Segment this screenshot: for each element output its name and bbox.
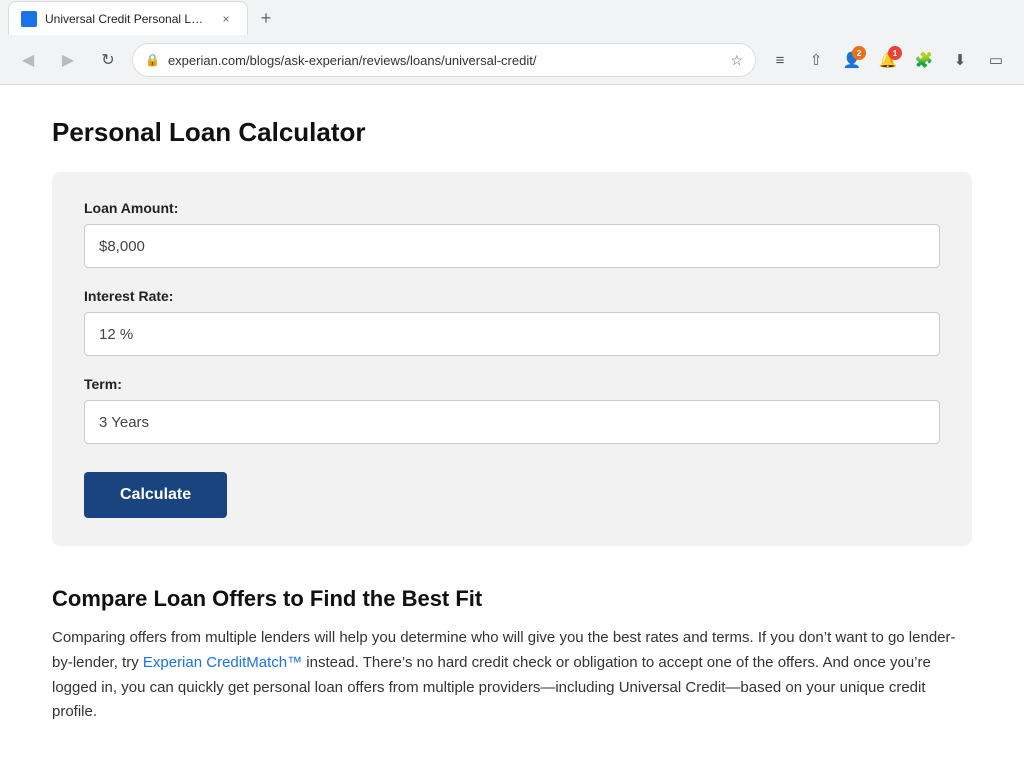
address-bar[interactable]: 🔒 experian.com/blogs/ask-experian/review… bbox=[132, 43, 756, 77]
loan-amount-field-group: Loan Amount: bbox=[84, 200, 940, 268]
tab-close-button[interactable]: × bbox=[217, 10, 235, 28]
new-tab-button[interactable]: + bbox=[252, 4, 280, 32]
experian-creditmatch-link[interactable]: Experian CreditMatch™ bbox=[143, 654, 302, 671]
tab-favicon bbox=[21, 11, 37, 27]
notification-button[interactable]: 🔔 1 bbox=[872, 44, 904, 76]
interest-rate-label: Interest Rate: bbox=[84, 288, 940, 304]
page-content: Personal Loan Calculator Loan Amount: In… bbox=[32, 85, 992, 757]
calculator-card: Loan Amount: Interest Rate: Term: Calcul… bbox=[52, 172, 972, 546]
share-button[interactable]: ⇧ bbox=[800, 44, 832, 76]
term-input[interactable] bbox=[84, 400, 940, 444]
extensions-button[interactable]: 🧩 bbox=[908, 44, 940, 76]
window-button[interactable]: ▭ bbox=[980, 44, 1012, 76]
notification-badge: 1 bbox=[888, 46, 902, 60]
profile-button[interactable]: 👤 2 bbox=[836, 44, 868, 76]
profile-badge: 2 bbox=[852, 46, 866, 60]
active-tab[interactable]: Universal Credit Personal Loan Re × bbox=[8, 1, 248, 35]
interest-rate-input[interactable] bbox=[84, 312, 940, 356]
tab-title: Universal Credit Personal Loan Re bbox=[45, 12, 209, 26]
nav-bar: ◀ ▶ ↻ 🔒 experian.com/blogs/ask-experian/… bbox=[0, 36, 1024, 84]
download-button[interactable]: ⬇ bbox=[944, 44, 976, 76]
nav-actions: ≡ ⇧ 👤 2 🔔 1 🧩 ⬇ ▭ bbox=[764, 44, 1012, 76]
reload-button[interactable]: ↻ bbox=[92, 44, 124, 76]
compare-section: Compare Loan Offers to Find the Best Fit… bbox=[52, 586, 972, 725]
menu-button[interactable]: ≡ bbox=[764, 44, 796, 76]
term-field-group: Term: bbox=[84, 376, 940, 444]
tab-bar: Universal Credit Personal Loan Re × + bbox=[0, 0, 1024, 36]
back-button[interactable]: ◀ bbox=[12, 44, 44, 76]
term-label: Term: bbox=[84, 376, 940, 392]
compare-section-text: Comparing offers from multiple lenders w… bbox=[52, 626, 972, 725]
bookmark-icon[interactable]: ☆ bbox=[730, 52, 743, 69]
loan-amount-label: Loan Amount: bbox=[84, 200, 940, 216]
calculate-button[interactable]: Calculate bbox=[84, 472, 227, 518]
interest-rate-field-group: Interest Rate: bbox=[84, 288, 940, 356]
forward-button[interactable]: ▶ bbox=[52, 44, 84, 76]
lock-icon: 🔒 bbox=[145, 53, 160, 67]
browser-chrome: Universal Credit Personal Loan Re × + ◀ … bbox=[0, 0, 1024, 85]
page-title: Personal Loan Calculator bbox=[52, 117, 972, 148]
compare-section-title: Compare Loan Offers to Find the Best Fit bbox=[52, 586, 972, 612]
address-text: experian.com/blogs/ask-experian/reviews/… bbox=[168, 53, 722, 68]
loan-amount-input[interactable] bbox=[84, 224, 940, 268]
